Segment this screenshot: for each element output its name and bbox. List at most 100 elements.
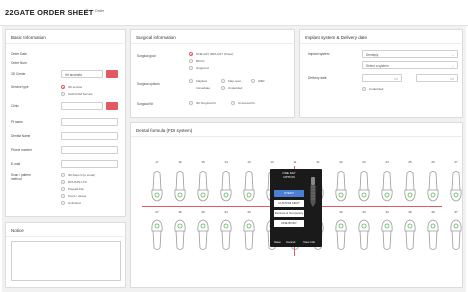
dentist-name-field[interactable] <box>61 132 118 140</box>
tooth-27[interactable] <box>449 170 463 207</box>
calendar-icon[interactable]: ▭ <box>394 76 398 81</box>
method-option-2-radio[interactable] <box>61 187 65 191</box>
tooth-35[interactable] <box>403 219 417 256</box>
divider <box>300 43 464 44</box>
method-option-4-radio[interactable] <box>61 201 65 205</box>
goal-option-1-radio[interactable] <box>189 59 193 63</box>
tooth-37[interactable] <box>449 219 463 256</box>
option-gbr-label: GBR <box>258 79 265 83</box>
tooth-43[interactable] <box>242 219 256 256</box>
tooth-45[interactable] <box>196 219 210 256</box>
popup-item-denture[interactable]: Denture & Temporary <box>274 210 304 217</box>
tooth-24[interactable] <box>380 170 394 207</box>
tooth-22[interactable] <box>334 170 348 207</box>
tooth-13[interactable] <box>242 170 256 207</box>
option-flap-open-checkbox[interactable] <box>221 79 225 83</box>
upper-tooth-number-27: 27 <box>454 160 458 164</box>
option-flapless-checkbox[interactable] <box>189 79 193 83</box>
upper-tooth-number-23: 23 <box>362 160 366 164</box>
goal-option-0-radio[interactable] <box>189 52 193 56</box>
upper-tooth-number-12: 12 <box>270 160 274 164</box>
option-gbr-checkbox[interactable] <box>251 79 255 83</box>
clinic-field[interactable] <box>61 102 103 110</box>
method-option-1-label: ROUSTE LTD <box>68 180 87 184</box>
tooth-26[interactable] <box>426 170 440 207</box>
lower-tooth-number-46: 46 <box>178 210 182 214</box>
upper-tooth-number-14: 14 <box>224 160 228 164</box>
content-area: Basic Information Order Date Order Num 3… <box>2 26 466 292</box>
service-cadcam-radio[interactable] <box>61 92 65 96</box>
pt-name-field[interactable] <box>61 118 118 126</box>
tooth-14[interactable] <box>219 170 233 207</box>
lower-tooth-number-43: 43 <box>247 210 251 214</box>
chevron-down-icon: ⌄ <box>451 64 454 68</box>
service-3d-radio[interactable] <box>61 85 65 89</box>
tooth-15[interactable] <box>196 170 210 207</box>
tooth-17[interactable] <box>150 170 164 207</box>
lower-tooth-number-37: 37 <box>454 210 458 214</box>
delivery-undecided-label: Undecided <box>369 87 384 91</box>
popup-save-button[interactable]: Save <box>274 240 281 244</box>
upper-tooth-number-16: 16 <box>178 160 182 164</box>
popup-cancel-button[interactable]: Cancel <box>286 240 295 244</box>
tooth-44[interactable] <box>219 219 233 256</box>
upper-tooth-number-21: 21 <box>316 160 320 164</box>
dentist-name-label: Dentist Name <box>11 134 31 138</box>
kit-3d-checkbox[interactable] <box>189 101 193 105</box>
clinic-search-button[interactable] <box>106 102 118 110</box>
implant-model-select[interactable]: Select a system ⌄ <box>362 61 458 69</box>
tooth-23[interactable] <box>357 170 371 207</box>
3d-center-label: 3D Center <box>11 72 26 76</box>
method-option-3-label: Team / viewer <box>68 194 87 198</box>
tooth-25[interactable] <box>403 170 417 207</box>
home-icon[interactable]: ⌂ <box>85 8 89 14</box>
upper-tooth-number-22: 22 <box>339 160 343 164</box>
upper-tooth-number-13: 13 <box>247 160 251 164</box>
3d-center-search-button[interactable] <box>106 70 118 78</box>
breadcrumb[interactable]: Order <box>95 9 104 13</box>
pt-name-label: Pt name <box>11 120 23 124</box>
delivery-undecided-checkbox[interactable] <box>362 87 366 91</box>
upper-tooth-number-17: 17 <box>155 160 159 164</box>
option-undecided-checkbox[interactable] <box>221 86 225 90</box>
delivery-date-field[interactable]: ▭ <box>362 74 402 82</box>
popup-item-stent[interactable]: STENT <box>274 190 304 197</box>
calendar-icon[interactable]: ▭ <box>450 76 454 81</box>
delivery-time-field[interactable]: ▭ <box>416 74 458 82</box>
method-option-1-radio[interactable] <box>61 180 65 184</box>
method-option-3-radio[interactable] <box>61 194 65 198</box>
tooth-32[interactable] <box>334 219 348 256</box>
panel-title: Notice <box>11 228 24 233</box>
tooth-16[interactable] <box>173 170 187 207</box>
upper-tooth-number-24: 24 <box>385 160 389 164</box>
tooth-46[interactable] <box>173 219 187 256</box>
phone-number-field[interactable] <box>61 146 118 154</box>
method-option-4-label: Unlimited <box>68 201 81 205</box>
method-option-0-radio[interactable] <box>61 173 65 177</box>
popup-item-one-body[interactable]: ONE BODY <box>274 220 304 227</box>
option-flapless-label: Flapless <box>196 79 208 83</box>
tooth-34[interactable] <box>380 219 394 256</box>
kit-universal-checkbox[interactable] <box>231 101 235 105</box>
goal-option-2-radio[interactable] <box>189 66 193 70</box>
delivery-date-label: Delivery date <box>308 76 327 80</box>
chevron-down-icon: ⌄ <box>451 53 454 57</box>
order-date-label: Order Date <box>11 52 27 56</box>
implant-model-placeholder: Select a system <box>366 64 389 68</box>
popup-view-info-button[interactable]: View info <box>303 240 315 244</box>
3d-center-field[interactable]: Hit australia <box>61 70 103 78</box>
delivery-method-label: Scan / pattern method <box>11 173 31 181</box>
method-option-0-label: 3D Report (to email) <box>68 173 96 177</box>
popup-header: ONE DAY OPTION <box>272 171 306 179</box>
tooth-47[interactable] <box>150 219 164 256</box>
popup-title-line2: OPTION <box>283 175 295 179</box>
kit-3d-label: 3D Surgical Kit <box>196 101 216 105</box>
lower-tooth-number-36: 36 <box>431 210 435 214</box>
email-field[interactable] <box>61 160 118 168</box>
option-undecided-label: Undecided <box>228 86 243 90</box>
implant-system-select[interactable]: Dentsply ⌄ <box>362 50 458 58</box>
popup-item-custom-abut[interactable]: CUSTOM ABUT <box>274 200 304 207</box>
tooth-33[interactable] <box>357 219 371 256</box>
tooth-36[interactable] <box>426 219 440 256</box>
notice-textarea[interactable] <box>11 241 121 281</box>
